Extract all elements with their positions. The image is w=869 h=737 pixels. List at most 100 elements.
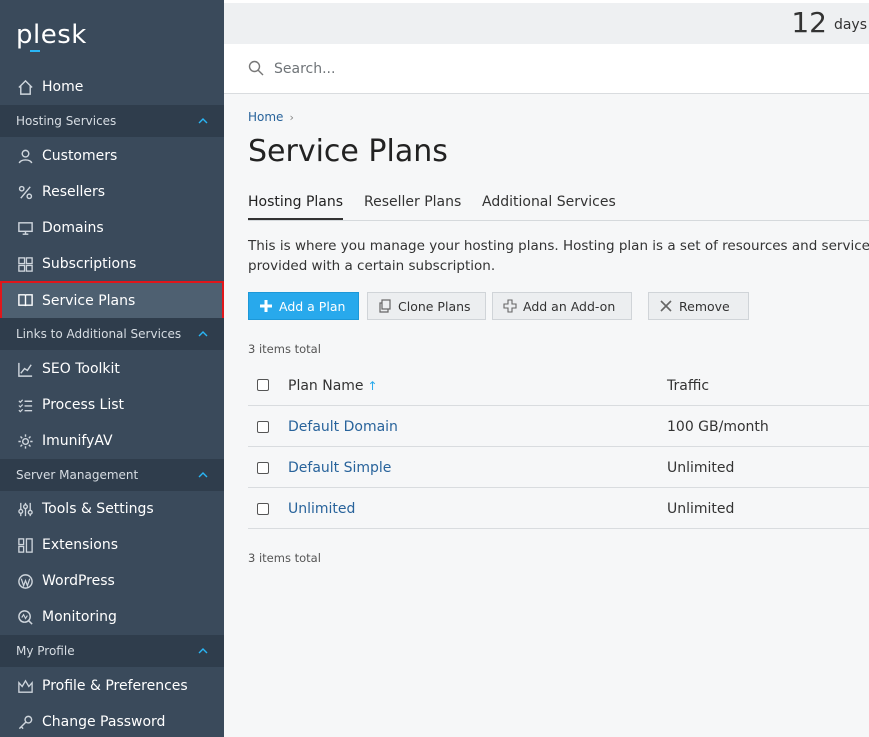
row-divider (248, 446, 869, 447)
sidebar-item-label: SEO Toolkit (42, 361, 120, 377)
column-header-traffic[interactable]: Traffic (667, 366, 709, 406)
sidebar-item-subscriptions[interactable]: Subscriptions (0, 246, 224, 282)
section-label: Server Management (16, 468, 139, 482)
section-server-management[interactable]: Server Management (0, 459, 224, 491)
chevron-up-icon (198, 331, 208, 337)
breadcrumb-home-link[interactable]: Home (248, 110, 283, 124)
breadcrumb: Home › (248, 110, 294, 124)
remove-button[interactable]: Remove (648, 292, 749, 320)
monitor-icon (16, 219, 34, 237)
sidebar-item-profile-preferences[interactable]: Profile & Preferences (0, 668, 224, 704)
remove-x-icon (659, 299, 673, 313)
button-label: Clone Plans (398, 298, 471, 314)
section-my-profile[interactable]: My Profile (0, 635, 224, 667)
sidebar-item-label: Customers (42, 148, 118, 164)
grid-icon (16, 255, 34, 273)
row-checkbox[interactable] (257, 462, 269, 474)
sidebar-item-process-list[interactable]: Process List (0, 387, 224, 423)
chevron-up-icon (198, 118, 208, 124)
items-total-top: 3 items total (248, 342, 321, 356)
sliders-icon (16, 500, 34, 518)
tab-hosting-plans[interactable]: Hosting Plans (248, 194, 344, 220)
plan-traffic: Unlimited (667, 501, 735, 517)
sidebar: plesk Home Hosting Services Customers Re… (0, 0, 224, 737)
sidebar-item-label: ImunifyAV (42, 433, 113, 449)
items-total-bottom: 3 items total (248, 551, 321, 565)
copy-icon (378, 299, 392, 313)
sidebar-item-label: Tools & Settings (42, 501, 154, 517)
row-divider (248, 528, 869, 529)
add-plan-button[interactable]: Add a Plan (248, 292, 359, 320)
plan-name-link[interactable]: Unlimited (288, 501, 355, 517)
plan-traffic: 100 GB/month (667, 419, 769, 435)
crown-icon (16, 677, 34, 695)
plan-name-link[interactable]: Default Simple (288, 460, 391, 476)
sidebar-item-label: Domains (42, 220, 104, 236)
sidebar-item-label: Resellers (42, 184, 106, 200)
trial-days-number: 12 (791, 6, 827, 39)
page-title: Service Plans (248, 134, 448, 169)
sidebar-item-label: Service Plans (42, 292, 136, 309)
section-hosting-services[interactable]: Hosting Services (0, 105, 224, 137)
button-label: Add an Add-on (523, 298, 616, 314)
trial-days-label: days (833, 17, 867, 33)
clone-plans-button[interactable]: Clone Plans (367, 292, 486, 320)
tab-reseller-plans[interactable]: Reseller Plans (364, 194, 461, 220)
plus-icon (259, 299, 273, 313)
section-label: Links to Additional Services (16, 327, 182, 341)
sidebar-item-customers[interactable]: Customers (0, 138, 224, 174)
plan-name-link[interactable]: Default Domain (288, 419, 398, 435)
sidebar-item-tools-settings[interactable]: Tools & Settings (0, 491, 224, 527)
section-label: Hosting Services (16, 114, 117, 128)
row-divider (248, 405, 869, 406)
sidebar-item-home[interactable]: Home (0, 69, 224, 105)
section-links-additional-services[interactable]: Links to Additional Services (0, 318, 224, 350)
chevron-up-icon (198, 648, 208, 654)
sidebar-item-change-password[interactable]: Change Password (0, 704, 224, 737)
main-content: Home › Service Plans Hosting Plans Resell… (224, 94, 869, 737)
monitoring-icon (16, 608, 34, 626)
row-divider (248, 487, 869, 488)
sidebar-item-seo-toolkit[interactable]: SEO Toolkit (0, 351, 224, 387)
search-icon (248, 60, 264, 76)
user-icon (16, 147, 34, 165)
row-checkbox[interactable] (257, 503, 269, 515)
top-bar: 12 days (224, 0, 869, 44)
select-all-checkbox[interactable] (257, 379, 269, 391)
plesk-logo[interactable]: plesk (16, 20, 96, 52)
sidebar-item-label: Change Password (42, 714, 166, 730)
tab-additional-services[interactable]: Additional Services (482, 194, 616, 220)
sidebar-item-monitoring[interactable]: Monitoring (0, 599, 224, 635)
sidebar-item-service-plans[interactable]: Service Plans (0, 281, 224, 320)
wordpress-icon (16, 572, 34, 590)
checklist-icon (16, 396, 34, 414)
tabs: Hosting Plans Reseller Plans Additional … (248, 194, 869, 221)
column-header-plan-name[interactable]: Plan Name ↑ (288, 366, 378, 406)
plus-outline-icon (503, 299, 517, 313)
book-icon (16, 292, 34, 310)
sidebar-item-label: WordPress (42, 573, 115, 589)
column-header-label: Plan Name (288, 378, 364, 394)
sidebar-item-imunifyav[interactable]: ImunifyAV (0, 423, 224, 459)
sidebar-item-label: Profile & Preferences (42, 678, 188, 694)
search-input[interactable] (272, 56, 836, 82)
row-checkbox[interactable] (257, 421, 269, 433)
sidebar-item-wordpress[interactable]: WordPress (0, 563, 224, 599)
key-icon (16, 713, 34, 731)
chevron-right-icon: › (289, 111, 294, 124)
gear-icon (16, 432, 34, 450)
home-icon (16, 78, 34, 96)
add-addon-button[interactable]: Add an Add-on (492, 292, 632, 320)
sidebar-item-extensions[interactable]: Extensions (0, 527, 224, 563)
description-line: provided with a certain subscription. (248, 258, 496, 274)
sidebar-item-label: Extensions (42, 537, 119, 553)
sidebar-item-label: Home (42, 79, 84, 95)
sidebar-item-label: Monitoring (42, 609, 117, 625)
sidebar-item-resellers[interactable]: Resellers (0, 174, 224, 210)
page-description: This is where you manage your hosting pl… (248, 236, 869, 276)
logo-underline (30, 50, 40, 52)
sidebar-item-label: Process List (42, 397, 125, 413)
sidebar-item-domains[interactable]: Domains (0, 210, 224, 246)
sort-ascending-icon: ↑ (367, 379, 378, 393)
button-label: Remove (679, 298, 730, 314)
